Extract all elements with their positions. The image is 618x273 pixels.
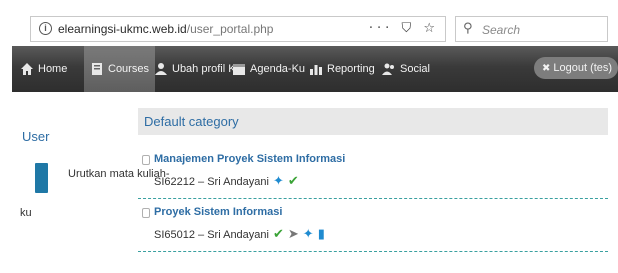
course-title-link[interactable]: Proyek Sistem Informasi bbox=[154, 206, 282, 218]
course-title-link[interactable]: Manajemen Proyek Sistem Informasi bbox=[154, 153, 345, 165]
nav-agenda[interactable]: Agenda-Ku bbox=[232, 46, 305, 92]
browser-toolbar: i elearningsi-ukmc.web.id/user_portal.ph… bbox=[0, 0, 618, 46]
calendar-icon bbox=[232, 62, 246, 76]
logout-label: Logout (tes) bbox=[553, 62, 613, 74]
url-path: /user_portal.php bbox=[186, 22, 274, 36]
logout-button[interactable]: ✖ Logout (tes) bbox=[534, 57, 618, 79]
address-bar[interactable]: i elearningsi-ukmc.web.id/user_portal.ph… bbox=[30, 16, 446, 42]
book-icon bbox=[35, 163, 48, 193]
url-host: elearningsi-ukmc.web.id bbox=[58, 22, 187, 36]
course-icon bbox=[142, 208, 150, 218]
nav-home[interactable]: Home bbox=[20, 46, 67, 92]
puzzle-icon[interactable]: ✦ bbox=[303, 228, 314, 242]
profile-icon bbox=[154, 62, 168, 76]
nav-courses[interactable]: Courses bbox=[84, 46, 155, 92]
chart-icon bbox=[309, 62, 323, 76]
nav-reporting[interactable]: Reporting bbox=[309, 46, 375, 92]
pin-icon[interactable]: ➤ bbox=[288, 228, 299, 242]
courses-icon bbox=[90, 62, 104, 76]
puzzle-icon[interactable]: ✦ bbox=[273, 175, 284, 189]
nav-social[interactable]: Social bbox=[382, 46, 430, 92]
site-info-icon[interactable]: i bbox=[39, 22, 52, 35]
course-code-teacher: SI62212 – Sri Andayani bbox=[154, 176, 269, 188]
nav-social-label: Social bbox=[400, 63, 430, 75]
category-title: Default category bbox=[138, 108, 608, 135]
course-subtitle: SI62212 – Sri Andayani ✦ ✔ bbox=[154, 175, 299, 189]
course-code-teacher: SI65012 – Sri Andayani bbox=[154, 229, 269, 241]
checkmark-icon: ✔ bbox=[287, 174, 299, 189]
folder-icon[interactable]: ▮ bbox=[318, 228, 325, 242]
url-text: elearningsi-ukmc.web.id/user_portal.php bbox=[58, 22, 273, 36]
sort-courses-link-cont[interactable]: ku bbox=[20, 207, 32, 219]
course-item: Proyek Sistem Informasi SI65012 – Sri An… bbox=[138, 204, 608, 252]
page-actions-icon[interactable]: ··· ⛉ ☆ bbox=[369, 21, 439, 36]
home-icon bbox=[20, 62, 34, 76]
close-icon: ✖ bbox=[542, 62, 551, 74]
social-icon bbox=[382, 62, 396, 76]
search-input[interactable]: ⚲ Search bbox=[455, 16, 608, 42]
course-icon bbox=[142, 155, 150, 165]
search-icon: ⚲ bbox=[463, 21, 473, 36]
nav-home-label: Home bbox=[38, 63, 68, 75]
course-item: Manajemen Proyek Sistem Informasi SI6221… bbox=[138, 151, 608, 199]
nav-courses-label: Courses bbox=[108, 63, 149, 75]
course-subtitle: SI65012 – Sri Andayani ✔ ➤ ✦ ▮ bbox=[154, 228, 325, 242]
page-content: User Urutkan mata kuliah- ku Default cat… bbox=[12, 97, 618, 273]
nav-agenda-label: Agenda-Ku bbox=[250, 63, 306, 75]
sidebar-title: User bbox=[22, 129, 50, 144]
nav-profile[interactable]: Ubah profil Ku bbox=[154, 46, 242, 92]
main-nav: Home Courses Ubah profil Ku Agenda-Ku Re… bbox=[12, 46, 618, 92]
search-placeholder: Search bbox=[482, 23, 521, 37]
checkmark-icon: ✔ bbox=[272, 227, 284, 242]
nav-reporting-label: Reporting bbox=[327, 63, 375, 75]
